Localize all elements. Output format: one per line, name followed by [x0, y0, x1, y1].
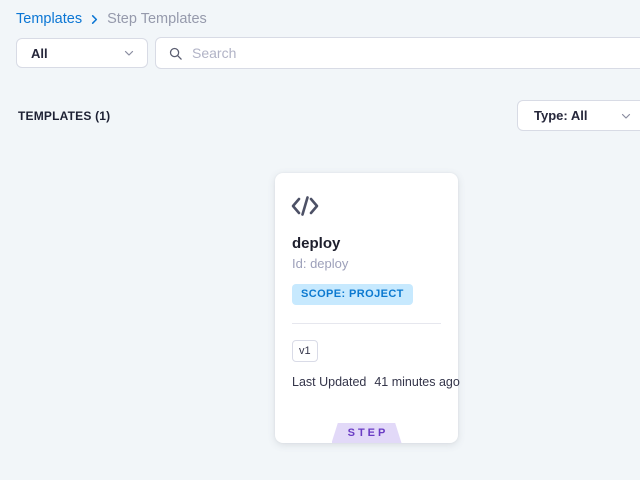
templates-count-label: TEMPLATES (1) — [18, 109, 110, 123]
search-icon — [168, 46, 183, 61]
type-filter-dropdown[interactable]: Type: All — [517, 100, 640, 131]
template-card-deploy[interactable]: deploy Id: deploy SCOPE: PROJECT v1 Last… — [275, 173, 458, 443]
scope-filter-value: All — [31, 46, 48, 61]
template-title: deploy — [292, 235, 340, 252]
breadcrumb-current: Step Templates — [107, 11, 207, 27]
search-input[interactable] — [192, 45, 636, 61]
last-updated-label: Last Updated — [292, 375, 366, 389]
card-divider — [292, 323, 441, 324]
search-box — [155, 37, 640, 69]
breadcrumb-templates-link[interactable]: Templates — [16, 11, 82, 27]
template-id: Id: deploy — [292, 256, 348, 271]
last-updated-value: 41 minutes ago — [374, 375, 459, 389]
chevron-down-icon — [123, 47, 135, 59]
code-icon — [291, 194, 319, 223]
scope-filter-dropdown[interactable]: All — [16, 38, 148, 68]
chevron-down-icon — [620, 110, 632, 122]
breadcrumb: Templates Step Templates — [16, 11, 207, 27]
chevron-right-icon — [89, 14, 100, 25]
template-type-badge: STEP — [332, 423, 402, 443]
type-filter-value: Type: All — [534, 108, 587, 123]
scope-badge: SCOPE: PROJECT — [292, 284, 413, 305]
step-templates-page: Templates Step Templates All TEMPLATES (… — [0, 0, 640, 480]
version-chip[interactable]: v1 — [292, 340, 318, 362]
last-updated-row: Last Updated 41 minutes ago — [292, 375, 460, 389]
